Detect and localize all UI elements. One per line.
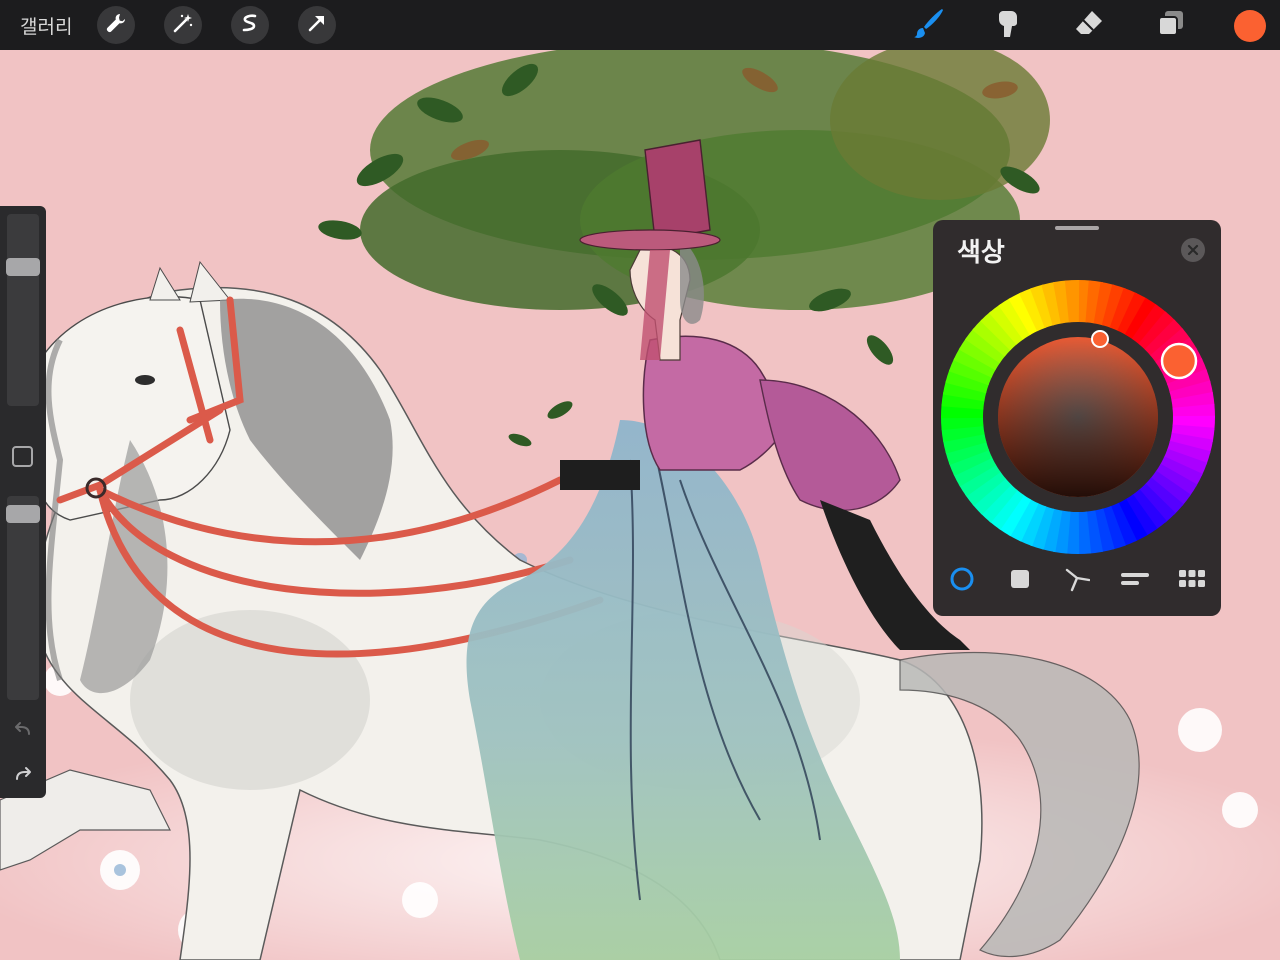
- brush-icon: [912, 6, 946, 44]
- harmony-icon: [1064, 566, 1091, 596]
- selection-icon: [239, 12, 261, 38]
- transform-icon: [306, 12, 328, 38]
- color-panel: 색상: [933, 220, 1221, 616]
- eraser-tool-button[interactable]: [1070, 6, 1108, 44]
- layers-button[interactable]: [1152, 6, 1190, 44]
- color-disc[interactable]: [940, 279, 1216, 555]
- hue-handle[interactable]: [1160, 342, 1198, 380]
- brush-tool-button[interactable]: [910, 6, 948, 44]
- close-button[interactable]: [1181, 238, 1205, 262]
- disc-icon: [949, 566, 975, 596]
- smudge-tool-button[interactable]: [990, 6, 1028, 44]
- brush-size-thumb[interactable]: [6, 258, 40, 276]
- top-toolbar: 갤러리: [0, 0, 1280, 50]
- classic-icon: [1009, 568, 1031, 594]
- close-icon: [1187, 241, 1199, 260]
- saturation-handle[interactable]: [1091, 330, 1109, 348]
- gallery-button[interactable]: 갤러리: [20, 12, 72, 39]
- adjustments-button[interactable]: [164, 6, 202, 44]
- tab-disc[interactable]: [947, 566, 977, 596]
- redo-button[interactable]: [12, 763, 34, 785]
- sidebar: [0, 206, 46, 798]
- modify-button[interactable]: [12, 446, 33, 467]
- undo-icon: [12, 722, 34, 744]
- tab-classic[interactable]: [1005, 566, 1035, 596]
- redo-icon: [12, 767, 34, 789]
- undo-button[interactable]: [12, 718, 34, 740]
- magic-wand-icon: [172, 12, 194, 38]
- brush-size-slider[interactable]: [6, 214, 40, 406]
- panel-title: 색상: [957, 238, 1005, 268]
- value-icon: [1120, 568, 1150, 594]
- tab-harmony[interactable]: [1062, 566, 1092, 596]
- opacity-slider[interactable]: [6, 496, 40, 700]
- selection-button[interactable]: [231, 6, 269, 44]
- transform-button[interactable]: [298, 6, 336, 44]
- color-mode-tabs: [933, 566, 1221, 596]
- brightness-overlay: [998, 337, 1158, 497]
- wrench-icon: [105, 12, 127, 38]
- smudge-icon: [993, 7, 1025, 43]
- tab-palettes[interactable]: [1177, 566, 1207, 596]
- eraser-icon: [1073, 7, 1105, 43]
- layers-icon: [1155, 7, 1187, 43]
- tab-value[interactable]: [1120, 566, 1150, 596]
- panel-grabber[interactable]: [1055, 226, 1099, 230]
- color-button[interactable]: [1234, 10, 1266, 42]
- palettes-icon: [1178, 568, 1206, 594]
- actions-button[interactable]: [97, 6, 135, 44]
- opacity-thumb[interactable]: [6, 505, 40, 523]
